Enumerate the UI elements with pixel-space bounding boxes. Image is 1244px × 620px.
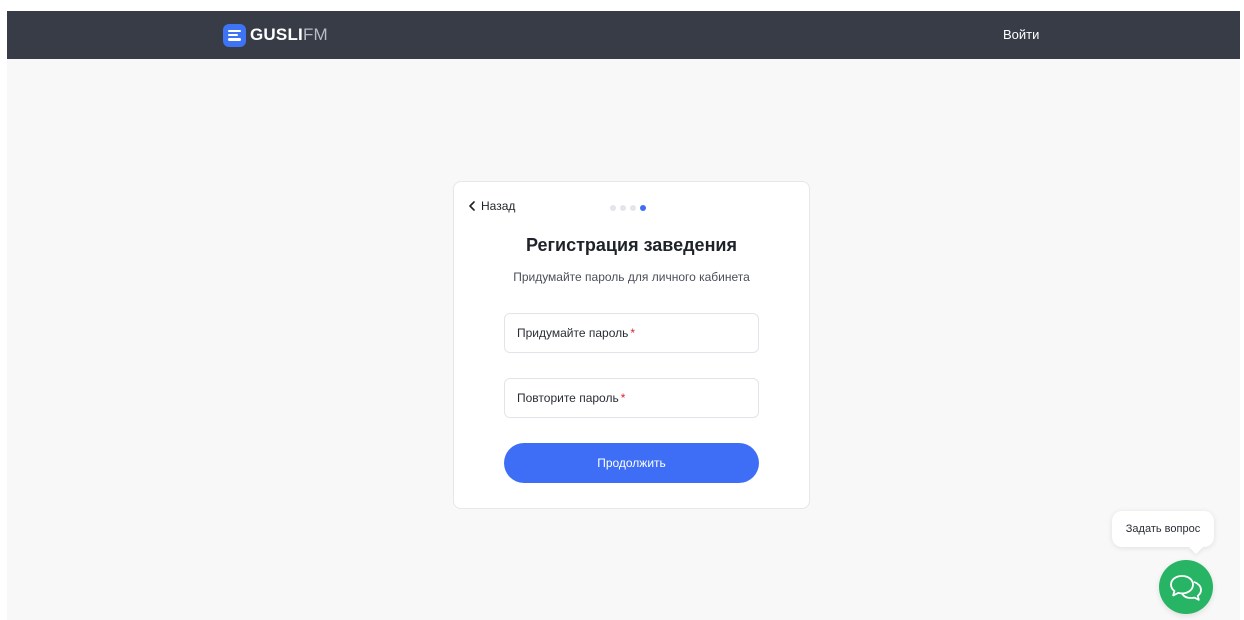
logo-text-secondary: FM — [302, 25, 328, 44]
step-dot — [630, 205, 636, 211]
login-link[interactable]: Войти — [1003, 25, 1039, 45]
step-indicator — [610, 205, 646, 211]
password-repeat-field-wrapper: Повторите пароль * — [504, 378, 759, 418]
chevron-left-icon — [469, 201, 475, 211]
logo-text: GUSLIFM — [250, 23, 328, 47]
continue-button[interactable]: Продолжить — [504, 443, 759, 483]
step-dot — [620, 205, 626, 211]
logo[interactable]: GUSLIFM — [223, 23, 328, 47]
logo-mark-icon — [223, 23, 246, 47]
password-field-wrapper: Придумайте пароль * — [504, 313, 759, 353]
password-input[interactable] — [504, 313, 759, 353]
tooltip-tail — [1188, 539, 1204, 555]
page-title: Регистрация заведения — [525, 235, 738, 255]
page-subtitle: Придумайте пароль для личного кабинета — [513, 270, 750, 284]
step-dot-current — [640, 205, 646, 211]
chat-bubbles-icon — [1170, 575, 1202, 601]
step-dot — [610, 205, 616, 211]
top-header: GUSLIFM Войти — [7, 11, 1240, 59]
support-chat-button[interactable] — [1159, 560, 1213, 614]
support-tooltip: Задать вопрос — [1112, 511, 1214, 555]
back-button-label: Назад — [481, 199, 516, 213]
support-tooltip-text: Задать вопрос — [1125, 523, 1201, 535]
password-repeat-input[interactable] — [504, 378, 759, 418]
back-button[interactable]: Назад — [468, 199, 515, 213]
page: GUSLIFM Войти Назад Регистрация заведени… — [7, 11, 1240, 620]
logo-text-primary: GUSLI — [250, 25, 303, 44]
registration-card: Назад Регистрация заведения Придумайте п… — [453, 181, 810, 509]
